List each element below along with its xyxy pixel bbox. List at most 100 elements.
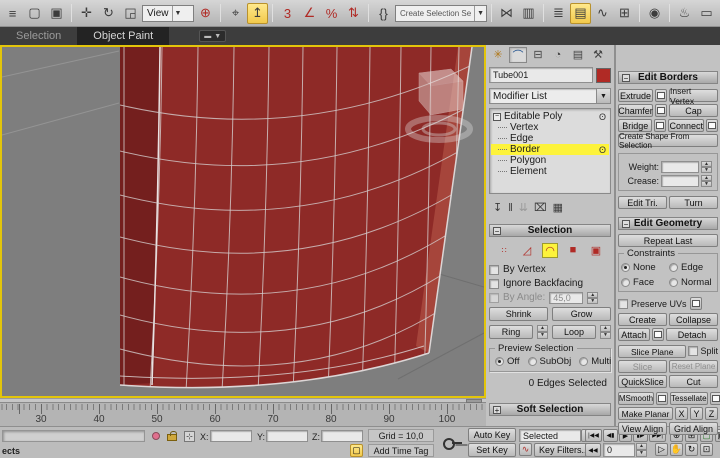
view-align-button[interactable]: View Align bbox=[618, 422, 667, 435]
bridge-settings-button[interactable] bbox=[654, 119, 666, 132]
edit-tri-button[interactable]: Edit Tri. bbox=[618, 196, 667, 209]
planar-x-button[interactable]: X bbox=[675, 407, 688, 420]
shrink-button[interactable]: Shrink bbox=[489, 307, 548, 321]
spinner-snap-icon[interactable]: ⇅ bbox=[343, 3, 364, 24]
material-editor-icon[interactable]: ◉ bbox=[644, 3, 665, 24]
stack-item-polygon[interactable]: Polygon bbox=[491, 155, 609, 166]
connect-button[interactable]: Connect bbox=[668, 119, 704, 132]
ribbon-tab-object-paint[interactable]: Object Paint bbox=[77, 27, 169, 45]
ignore-backfacing-checkbox[interactable] bbox=[489, 279, 499, 289]
soft-selection-rollout-header[interactable]: + Soft Selection bbox=[489, 403, 611, 416]
select-and-move-icon[interactable]: ✛ bbox=[76, 3, 97, 24]
x-coordinate-field[interactable] bbox=[210, 430, 252, 442]
viewport-canvas[interactable] bbox=[2, 47, 484, 396]
track-bar-handle[interactable] bbox=[466, 399, 482, 403]
object-color-swatch[interactable] bbox=[596, 68, 611, 83]
layer-manager-icon[interactable]: ≣ bbox=[548, 3, 569, 24]
cut-button[interactable]: Cut bbox=[669, 375, 718, 388]
pan-icon[interactable]: ✋ bbox=[670, 443, 683, 456]
ring-spinner[interactable]: ▲▼ bbox=[537, 325, 548, 339]
extrude-button[interactable]: Extrude bbox=[618, 89, 653, 102]
create-tab-icon[interactable]: ✳ bbox=[489, 47, 507, 63]
stack-item-edge[interactable]: Edge bbox=[491, 133, 609, 144]
reset-plane-button[interactable]: Reset Plane bbox=[669, 360, 718, 373]
isolate-cube-toggle-icon[interactable]: ▢ bbox=[350, 444, 363, 457]
attach-settings-button[interactable] bbox=[652, 328, 664, 341]
rectangular-selection-region-icon[interactable]: ▢ bbox=[24, 3, 45, 24]
collapse-button[interactable]: Collapse bbox=[669, 313, 718, 326]
render-setup-icon[interactable]: ♨ bbox=[674, 3, 695, 24]
field-of-view-icon[interactable]: ▷ bbox=[655, 443, 668, 456]
modify-tab-icon[interactable]: ⌒ bbox=[509, 47, 527, 63]
default-in-out-tangent-icon[interactable]: ∿ bbox=[519, 443, 532, 456]
chamfer-settings-button[interactable] bbox=[655, 104, 667, 117]
planar-z-button[interactable]: Z bbox=[705, 407, 718, 420]
schematic-view-icon[interactable]: ⊞ bbox=[614, 3, 635, 24]
add-time-tag[interactable]: Add Time Tag bbox=[368, 444, 434, 457]
percent-snap-icon[interactable]: % bbox=[321, 3, 342, 24]
rendered-frame-window-icon[interactable]: ▭ bbox=[696, 3, 717, 24]
perspective-viewport[interactable] bbox=[0, 45, 486, 398]
preserve-uvs-settings-button[interactable] bbox=[690, 297, 702, 310]
current-frame-field[interactable]: 0 bbox=[603, 443, 635, 457]
slice-plane-button[interactable]: Slice Plane bbox=[618, 345, 686, 358]
snaps-toggle-3d-icon[interactable]: 3 bbox=[277, 3, 298, 24]
by-vertex-checkbox[interactable] bbox=[489, 265, 499, 275]
select-and-rotate-icon[interactable]: ↻ bbox=[98, 3, 119, 24]
tessellate-button[interactable]: Tessellate bbox=[670, 392, 708, 405]
remove-modifier-icon[interactable]: ⌧ bbox=[534, 201, 547, 214]
preview-multi-radio[interactable]: Multi bbox=[579, 356, 611, 367]
insert-vertex-button[interactable]: Insert Vertex bbox=[669, 89, 718, 102]
weight-field[interactable] bbox=[661, 161, 699, 173]
stack-item-editable-poly[interactable]: − Editable Poly ʘ bbox=[491, 111, 609, 122]
by-angle-field[interactable]: 45,0 bbox=[549, 292, 583, 304]
curve-editor-icon[interactable]: ∿ bbox=[592, 3, 613, 24]
grid-align-button[interactable]: Grid Align bbox=[669, 422, 718, 435]
modifier-list-dropdown[interactable]: Modifier List ▼ bbox=[489, 88, 611, 104]
tessellate-settings-button[interactable] bbox=[710, 392, 720, 405]
detach-button[interactable]: Detach bbox=[666, 328, 718, 341]
make-unique-icon[interactable]: ⇊ bbox=[519, 201, 528, 214]
hierarchy-tab-icon[interactable]: ⊟ bbox=[529, 47, 547, 63]
maximize-viewport-icon[interactable]: ⊡ bbox=[700, 443, 713, 456]
grow-button[interactable]: Grow bbox=[552, 307, 611, 321]
msmooth-settings-button[interactable] bbox=[656, 392, 668, 405]
pin-stack-icon[interactable]: ↧ bbox=[493, 201, 502, 214]
collapse-icon[interactable]: − bbox=[493, 113, 501, 121]
border-mode-icon[interactable]: ◠ bbox=[542, 243, 558, 258]
named-selection-set-dropdown[interactable]: Create Selection Se ▼ bbox=[395, 5, 487, 22]
stack-item-border[interactable]: Borderʘ bbox=[491, 144, 609, 155]
previous-frame-icon[interactable]: ◀▮ bbox=[603, 429, 618, 442]
attach-button[interactable]: Attach bbox=[618, 328, 650, 341]
frame-spinner[interactable]: ▲▼ bbox=[636, 443, 647, 457]
crease-spinner[interactable]: ▲▼ bbox=[701, 175, 712, 187]
absolute-offset-toggle-icon[interactable]: ⊹ bbox=[184, 431, 195, 442]
vertex-mode-icon[interactable]: ∷ bbox=[496, 243, 512, 258]
angle-snap-icon[interactable]: ∠ bbox=[299, 3, 320, 24]
auto-key-button[interactable]: Auto Key bbox=[468, 428, 516, 442]
cap-button[interactable]: Cap bbox=[669, 104, 718, 117]
create-button[interactable]: Create bbox=[618, 313, 667, 326]
loop-spinner[interactable]: ▲▼ bbox=[600, 325, 611, 339]
mirror-icon[interactable]: ⋈ bbox=[496, 3, 517, 24]
element-mode-icon[interactable]: ▣ bbox=[588, 243, 604, 258]
edit-borders-rollout-header[interactable]: − Edit Borders bbox=[618, 71, 718, 84]
set-key-button[interactable]: Set Key bbox=[468, 443, 516, 457]
object-name-field[interactable]: Tube001 bbox=[489, 67, 593, 83]
preview-subobj-radio[interactable]: SubObj bbox=[528, 356, 572, 367]
constraint-face-radio[interactable]: Face bbox=[621, 277, 669, 288]
select-and-scale-icon[interactable]: ◲ bbox=[120, 3, 141, 24]
ribbon-minimize-dropdown[interactable]: ▬ ▼ bbox=[199, 30, 226, 42]
selection-lock-icon[interactable] bbox=[167, 434, 177, 441]
weight-spinner[interactable]: ▲▼ bbox=[701, 161, 712, 173]
y-coordinate-field[interactable] bbox=[266, 430, 308, 442]
status-bulb-icon[interactable] bbox=[152, 432, 160, 440]
crease-field[interactable] bbox=[661, 175, 699, 187]
extrude-settings-button[interactable] bbox=[655, 89, 667, 102]
go-to-start-icon[interactable]: |◀◀ bbox=[585, 429, 602, 442]
constraint-edge-radio[interactable]: Edge bbox=[669, 262, 703, 273]
selection-rollout-header[interactable]: − Selection bbox=[489, 224, 611, 237]
select-and-manipulate-icon[interactable]: ⌖ bbox=[225, 3, 246, 24]
planar-y-button[interactable]: Y bbox=[690, 407, 703, 420]
edge-mode-icon[interactable]: ◿ bbox=[519, 243, 535, 258]
